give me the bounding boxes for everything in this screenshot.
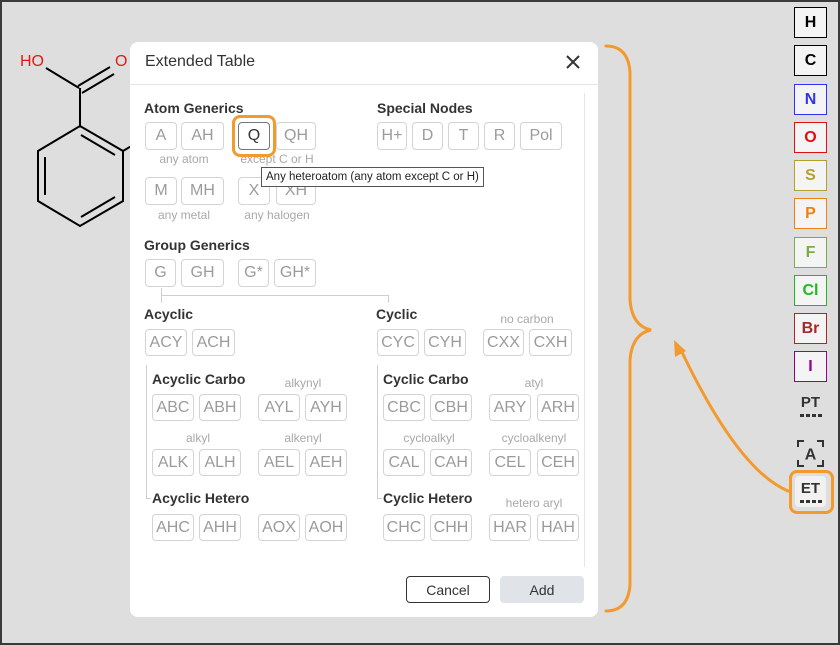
editor-workspace: HO O Extended Table Atom Generics A AH Q…: [0, 0, 840, 645]
acyclic-abc-button[interactable]: ABC: [152, 394, 194, 421]
cyclic-chc-button[interactable]: CHC: [383, 514, 425, 541]
cyclic-cah-button[interactable]: CAH: [430, 449, 472, 476]
scrollbar-track[interactable]: [584, 93, 585, 567]
extended-table-button[interactable]: ET: [795, 476, 826, 507]
add-button[interactable]: Add: [500, 576, 584, 603]
cyclic-heading: Cyclic: [376, 306, 418, 322]
caption-alkynyl: alkynyl: [284, 376, 322, 390]
cyclic-ary-button[interactable]: ARY: [489, 394, 531, 421]
caption-atyl: atyl: [524, 376, 544, 390]
special-h-plus-button[interactable]: H+: [377, 122, 407, 150]
acyclic-aoh-button[interactable]: AOH: [305, 514, 347, 541]
generic-mh-button[interactable]: MH: [181, 177, 224, 205]
atom-label-hydroxyl[interactable]: HO: [20, 53, 44, 70]
caption-cycloalkyl: cycloalkyl: [403, 431, 455, 445]
generic-a-button[interactable]: A: [145, 122, 177, 150]
caption-alkyl: alkyl: [185, 431, 211, 445]
periodic-table-button[interactable]: PT: [795, 390, 826, 421]
group-generics-heading: Group Generics: [144, 237, 250, 253]
caption-no-carbon: no carbon: [500, 312, 554, 326]
cyclic-ceh-button[interactable]: CEH: [537, 449, 579, 476]
acyclic-ayh-button[interactable]: AYH: [305, 394, 347, 421]
cyclic-cyh-button[interactable]: CYH: [424, 329, 466, 356]
cyclic-cbc-button[interactable]: CBC: [383, 394, 425, 421]
atom-label-carbonyl-oxygen[interactable]: O: [115, 53, 127, 70]
acyclic-aox-button[interactable]: AOX: [258, 514, 300, 541]
acyclic-alh-button[interactable]: ALH: [199, 449, 241, 476]
caption-except-c-or-h: except C or H: [240, 152, 314, 166]
element-i-button[interactable]: I: [794, 351, 827, 382]
cyclic-cel-button[interactable]: CEL: [489, 449, 531, 476]
acyclic-ayl-button[interactable]: AYL: [258, 394, 300, 421]
caption-any-halogen: any halogen: [244, 208, 310, 222]
q-tooltip: Any heteroatom (any atom except C or H): [261, 167, 484, 187]
acyclic-ahc-button[interactable]: AHC: [152, 514, 194, 541]
extended-table-dialog: Extended Table Atom Generics A AH Q QH a…: [130, 42, 598, 617]
acyclic-carbo-heading: Acyclic Carbo: [152, 371, 246, 387]
element-s-button[interactable]: S: [794, 160, 827, 191]
extended-table-icon-label: ET: [800, 479, 821, 497]
cyclic-cxx-button[interactable]: CXX: [483, 329, 524, 356]
caption-any-metal: any metal: [157, 208, 211, 222]
cyclic-har-button[interactable]: HAR: [489, 514, 531, 541]
cyclic-chh-button[interactable]: CHH: [430, 514, 472, 541]
group-g-star-button[interactable]: G*: [238, 259, 269, 287]
header-divider: [130, 84, 598, 85]
cyclic-hah-button[interactable]: HAH: [537, 514, 579, 541]
element-p-button[interactable]: P: [794, 198, 827, 229]
group-g-button[interactable]: G: [145, 259, 176, 287]
cyclic-arh-button[interactable]: ARH: [537, 394, 579, 421]
any-atom-icon: A: [797, 440, 824, 467]
periodic-table-icon: [799, 413, 822, 417]
cyclic-cxh-button[interactable]: CXH: [529, 329, 572, 356]
generic-q-button[interactable]: Q: [238, 122, 270, 150]
element-n-button[interactable]: N: [794, 84, 827, 115]
atom-generics-heading: Atom Generics: [144, 100, 244, 116]
dialog-title: Extended Table: [145, 53, 256, 70]
group-gh-button[interactable]: GH: [181, 259, 224, 287]
special-d-button[interactable]: D: [412, 122, 443, 150]
element-br-button[interactable]: Br: [794, 313, 827, 344]
acyclic-alk-button[interactable]: ALK: [152, 449, 194, 476]
special-t-button[interactable]: T: [448, 122, 479, 150]
acyclic-ael-button[interactable]: AEL: [258, 449, 300, 476]
cyclic-cyc-button[interactable]: CYC: [377, 329, 419, 356]
element-h-button[interactable]: H: [794, 7, 827, 38]
element-o-button[interactable]: O: [794, 122, 827, 153]
cyclic-hetero-heading: Cyclic Hetero: [383, 490, 473, 506]
any-atom-icon-label: A: [805, 447, 817, 464]
element-c-button[interactable]: C: [794, 45, 827, 76]
cyclic-cbh-button[interactable]: CBH: [430, 394, 472, 421]
cancel-button[interactable]: Cancel: [406, 576, 490, 603]
caption-cycloalkenyl: cycloalkenyl: [501, 431, 567, 445]
any-atom-button[interactable]: A: [795, 438, 826, 469]
caption-hetero-aryl: hetero aryl: [505, 496, 563, 510]
caption-alkenyl: alkenyl: [284, 431, 322, 445]
generic-ah-button[interactable]: AH: [181, 122, 224, 150]
acyclic-heading: Acyclic: [144, 306, 194, 322]
element-f-button[interactable]: F: [794, 237, 827, 268]
cyclic-carbo-heading: Cyclic Carbo: [383, 371, 469, 387]
acyclic-hetero-heading: Acyclic Hetero: [152, 490, 250, 506]
generic-m-button[interactable]: M: [145, 177, 177, 205]
element-cl-button[interactable]: Cl: [794, 275, 827, 306]
group-gh-star-button[interactable]: GH*: [274, 259, 316, 287]
close-icon[interactable]: [566, 55, 580, 69]
special-pol-button[interactable]: Pol: [520, 122, 562, 150]
acyclic-aeh-button[interactable]: AEH: [305, 449, 347, 476]
acyclic-ahh-button[interactable]: AHH: [199, 514, 241, 541]
periodic-table-icon-label: PT: [800, 393, 821, 411]
special-nodes-heading: Special Nodes: [377, 100, 473, 116]
caption-any-atom: any atom: [159, 152, 209, 166]
acyclic-ach-button[interactable]: ACH: [192, 329, 235, 356]
special-r-button[interactable]: R: [484, 122, 515, 150]
extended-table-icon: [799, 499, 822, 503]
acyclic-acy-button[interactable]: ACY: [145, 329, 187, 356]
generic-qh-button[interactable]: QH: [276, 122, 316, 150]
cyclic-cal-button[interactable]: CAL: [383, 449, 425, 476]
acyclic-abh-button[interactable]: ABH: [199, 394, 241, 421]
